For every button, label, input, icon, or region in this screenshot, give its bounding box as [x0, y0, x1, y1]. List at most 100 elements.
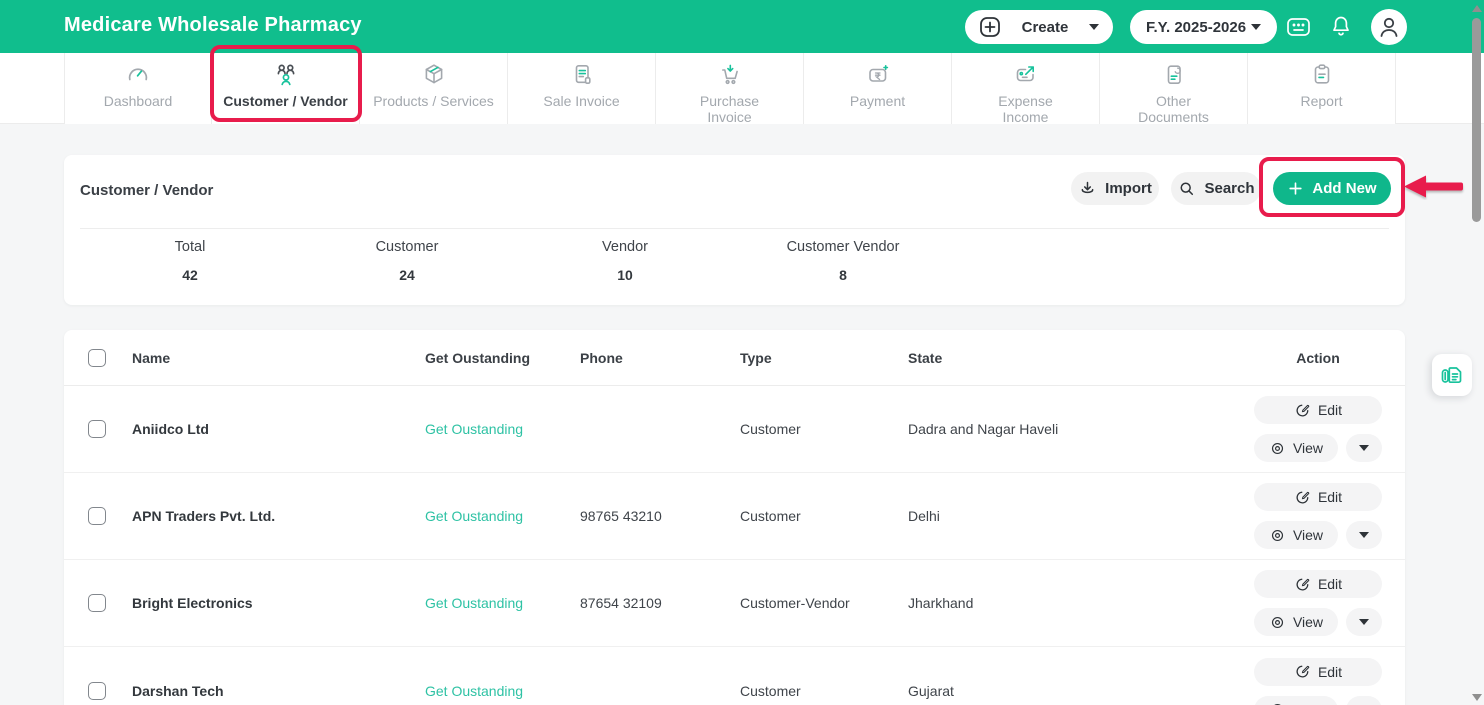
tab-label: Customer / Vendor [223, 93, 348, 109]
row-menu-button[interactable] [1346, 434, 1382, 462]
tab-purchase-invoice[interactable]: Purchase Invoice [656, 53, 804, 125]
tab-other-documents[interactable]: Other Documents [1100, 53, 1248, 125]
tab-label: Sale Invoice [543, 93, 620, 109]
row-checkbox[interactable] [88, 507, 106, 525]
edit-button[interactable]: Edit [1254, 570, 1382, 598]
nav-tabs: Dashboard Customer / Vendor Products / S… [64, 53, 1396, 125]
view-icon [1269, 614, 1286, 631]
row-checkbox[interactable] [88, 681, 106, 700]
view-button[interactable]: View [1254, 434, 1338, 462]
tab-products-services[interactable]: Products / Services [360, 53, 508, 124]
get-outstanding-link[interactable]: Get Oustanding [425, 421, 523, 437]
customer-vendor-panel: Customer / Vendor Import Search Add New … [64, 155, 1405, 305]
tab-sale-invoice[interactable]: Sale Invoice [508, 53, 656, 124]
edit-icon [1294, 663, 1311, 680]
row-checkbox[interactable] [88, 594, 106, 612]
tab-label: Payment [849, 93, 906, 109]
stat-value: 10 [617, 267, 633, 283]
attach-document-button[interactable] [1432, 354, 1472, 396]
view-button[interactable]: View [1254, 608, 1338, 636]
user-avatar[interactable] [1371, 8, 1407, 45]
fiscal-year-selector[interactable]: F.Y. 2025-2026 [1130, 10, 1277, 44]
scrollbar-thumb[interactable] [1472, 18, 1481, 222]
other-documents-icon [1161, 62, 1187, 88]
import-button-label: Import [1105, 180, 1152, 197]
sale-invoice-icon [569, 62, 595, 88]
tab-report[interactable]: Report [1248, 53, 1396, 124]
column-header-outstanding: Get Oustanding [425, 349, 530, 366]
app-window: Medicare Wholesale Pharmacy Create F.Y. … [0, 0, 1484, 705]
dashboard-icon [125, 62, 151, 88]
user-icon [1374, 12, 1404, 42]
stat-value: 8 [839, 267, 847, 283]
view-button[interactable]: View [1254, 521, 1338, 549]
notifications-button[interactable] [1330, 15, 1352, 38]
edit-button[interactable]: Edit [1254, 396, 1382, 424]
row-checkbox[interactable] [88, 420, 106, 438]
view-icon [1269, 701, 1286, 705]
scrollbar-up-button[interactable] [1472, 5, 1482, 12]
stat-customer: Customer 24 [322, 239, 492, 283]
scrollbar-down-button[interactable] [1472, 694, 1482, 701]
column-header-state: State [908, 349, 943, 366]
report-icon [1309, 62, 1335, 88]
edit-button-label: Edit [1317, 489, 1343, 505]
add-new-button[interactable]: Add New [1273, 172, 1391, 205]
topbar-icon-group [1286, 0, 1407, 53]
keyboard-shortcuts-button[interactable] [1286, 16, 1311, 38]
customer-vendor-table: Name Get Oustanding Phone Type State Act… [64, 330, 1405, 705]
stat-label: Total [174, 239, 206, 255]
row-menu-button[interactable] [1346, 608, 1382, 636]
select-all-checkbox[interactable] [88, 349, 106, 367]
plus-icon [1287, 180, 1304, 197]
table-row: Bright Electronics Get Oustanding 87654 … [64, 560, 1405, 647]
view-icon [1269, 527, 1286, 544]
row-actions: Edit View [1254, 483, 1382, 549]
cell-state: Delhi [908, 508, 940, 524]
tab-dashboard[interactable]: Dashboard [64, 53, 212, 124]
edit-button[interactable]: Edit [1254, 483, 1382, 511]
stat-value: 24 [399, 267, 415, 283]
cell-state: Jharkhand [908, 595, 974, 611]
cell-name: Bright Electronics [132, 595, 253, 611]
chevron-down-icon [1359, 619, 1369, 625]
tab-label: Expense Income [998, 93, 1053, 125]
tab-expense-income[interactable]: Expense Income [952, 53, 1100, 125]
column-header-action: Action [1296, 349, 1340, 366]
view-button[interactable]: View [1254, 695, 1338, 705]
create-button[interactable]: Create [965, 10, 1113, 44]
stat-label: Customer [375, 239, 439, 255]
plus-box-icon [979, 16, 1001, 38]
purchase-invoice-icon [717, 62, 743, 88]
view-button-label: View [1292, 527, 1324, 543]
chevron-down-icon [1359, 532, 1369, 538]
get-outstanding-link[interactable]: Get Oustanding [425, 595, 523, 611]
add-new-button-label: Add New [1312, 180, 1377, 197]
tab-customer-vendor[interactable]: Customer / Vendor [212, 53, 360, 124]
column-header-phone: Phone [580, 349, 623, 366]
row-menu-button[interactable] [1346, 695, 1382, 705]
row-actions: Edit View [1254, 657, 1382, 705]
table-row: Darshan Tech Get Oustanding Customer Guj… [64, 647, 1405, 705]
edit-button[interactable]: Edit [1254, 657, 1382, 686]
create-button-label: Create [1021, 18, 1069, 36]
edit-button-label: Edit [1317, 576, 1343, 592]
search-button[interactable]: Search [1171, 172, 1261, 205]
view-button-label: View [1292, 440, 1324, 456]
chevron-down-icon [1359, 445, 1369, 451]
import-button[interactable]: Import [1071, 172, 1159, 205]
divider [80, 228, 1389, 229]
tab-payment[interactable]: Payment [804, 53, 952, 124]
get-outstanding-link[interactable]: Get Oustanding [425, 683, 523, 699]
edit-icon [1294, 576, 1311, 593]
edit-icon [1294, 489, 1311, 506]
expense-income-icon [1013, 62, 1039, 88]
stat-label: Customer Vendor [786, 239, 900, 255]
edit-button-label: Edit [1317, 663, 1343, 680]
row-menu-button[interactable] [1346, 521, 1382, 549]
get-outstanding-link[interactable]: Get Oustanding [425, 508, 523, 524]
cell-type: Customer [740, 682, 801, 699]
table-row: APN Traders Pvt. Ltd. Get Oustanding 987… [64, 473, 1405, 560]
cell-phone: 87654 32109 [580, 595, 662, 611]
cell-phone: 98765 43210 [580, 508, 662, 524]
